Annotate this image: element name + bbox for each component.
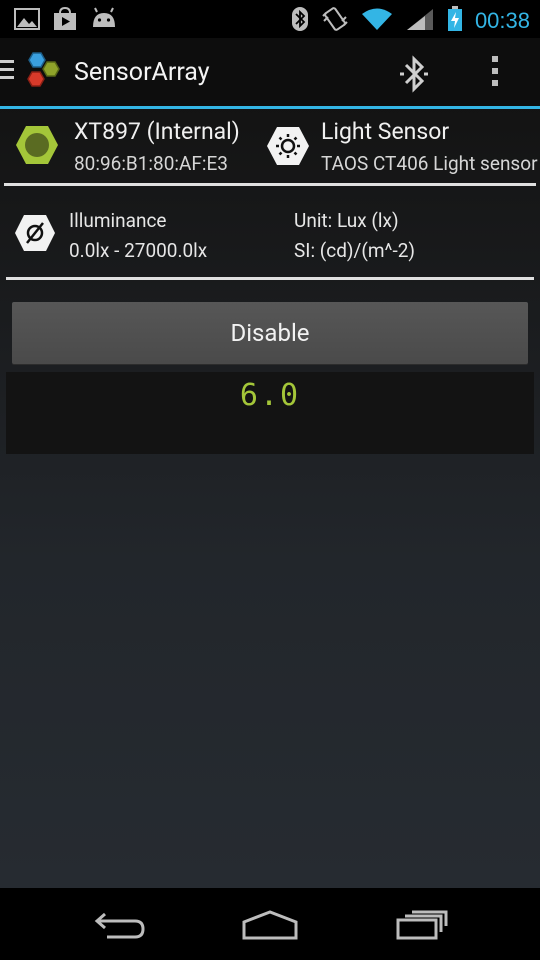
bluetooth-icon [291, 6, 309, 36]
measurement-si: SI: (cd)/(m^-2) [294, 239, 416, 262]
sensor-readout-value: 6.0 [239, 378, 301, 413]
bluetooth-action-icon[interactable] [396, 54, 432, 98]
back-icon[interactable] [93, 910, 147, 946]
disable-button[interactable]: Disable [12, 302, 528, 364]
device-sensor-row[interactable]: XT897 (Internal) 80:96:B1:80:AF:E3 Light… [0, 112, 540, 182]
measurement-type: Illuminance [69, 209, 167, 232]
app-title: SensorArray [74, 58, 210, 87]
light-sensor-icon [266, 126, 310, 170]
image-icon [14, 7, 40, 35]
measurement-range: 0.0lx - 27000.0lx [69, 239, 208, 262]
signal-icon [405, 7, 435, 35]
status-time: 00:38 [474, 8, 530, 33]
app-logo-icon[interactable] [20, 50, 66, 100]
wifi-icon [361, 7, 393, 35]
action-bar: SensorArray [0, 38, 540, 106]
battery-charging-icon [447, 6, 463, 36]
sensor-readout-panel: 6.0 [6, 372, 534, 454]
device-address: 80:96:B1:80:AF:E3 [74, 152, 228, 175]
home-icon[interactable] [241, 910, 299, 944]
android-icon [90, 7, 118, 35]
measurement-unit: Unit: Lux (lx) [294, 209, 399, 232]
vibrate-icon [321, 6, 349, 36]
action-bar-accent-line [0, 106, 540, 109]
divider [6, 277, 534, 280]
sensor-description: TAOS CT406 Light sensor [321, 152, 538, 175]
device-name: XT897 (Internal) [74, 118, 240, 145]
hamburger-icon[interactable] [0, 60, 14, 84]
sensor-name: Light Sensor [321, 118, 450, 145]
illuminance-icon [14, 214, 56, 256]
navigation-bar [0, 888, 540, 960]
overflow-menu-icon[interactable] [492, 56, 498, 92]
measurement-row: Illuminance 0.0lx - 27000.0lx Unit: Lux … [0, 200, 540, 270]
divider [4, 183, 536, 186]
status-bar: 00:38 [0, 0, 540, 38]
play-store-icon [52, 6, 78, 35]
device-hex-icon [14, 124, 60, 170]
recent-apps-icon[interactable] [395, 910, 449, 944]
